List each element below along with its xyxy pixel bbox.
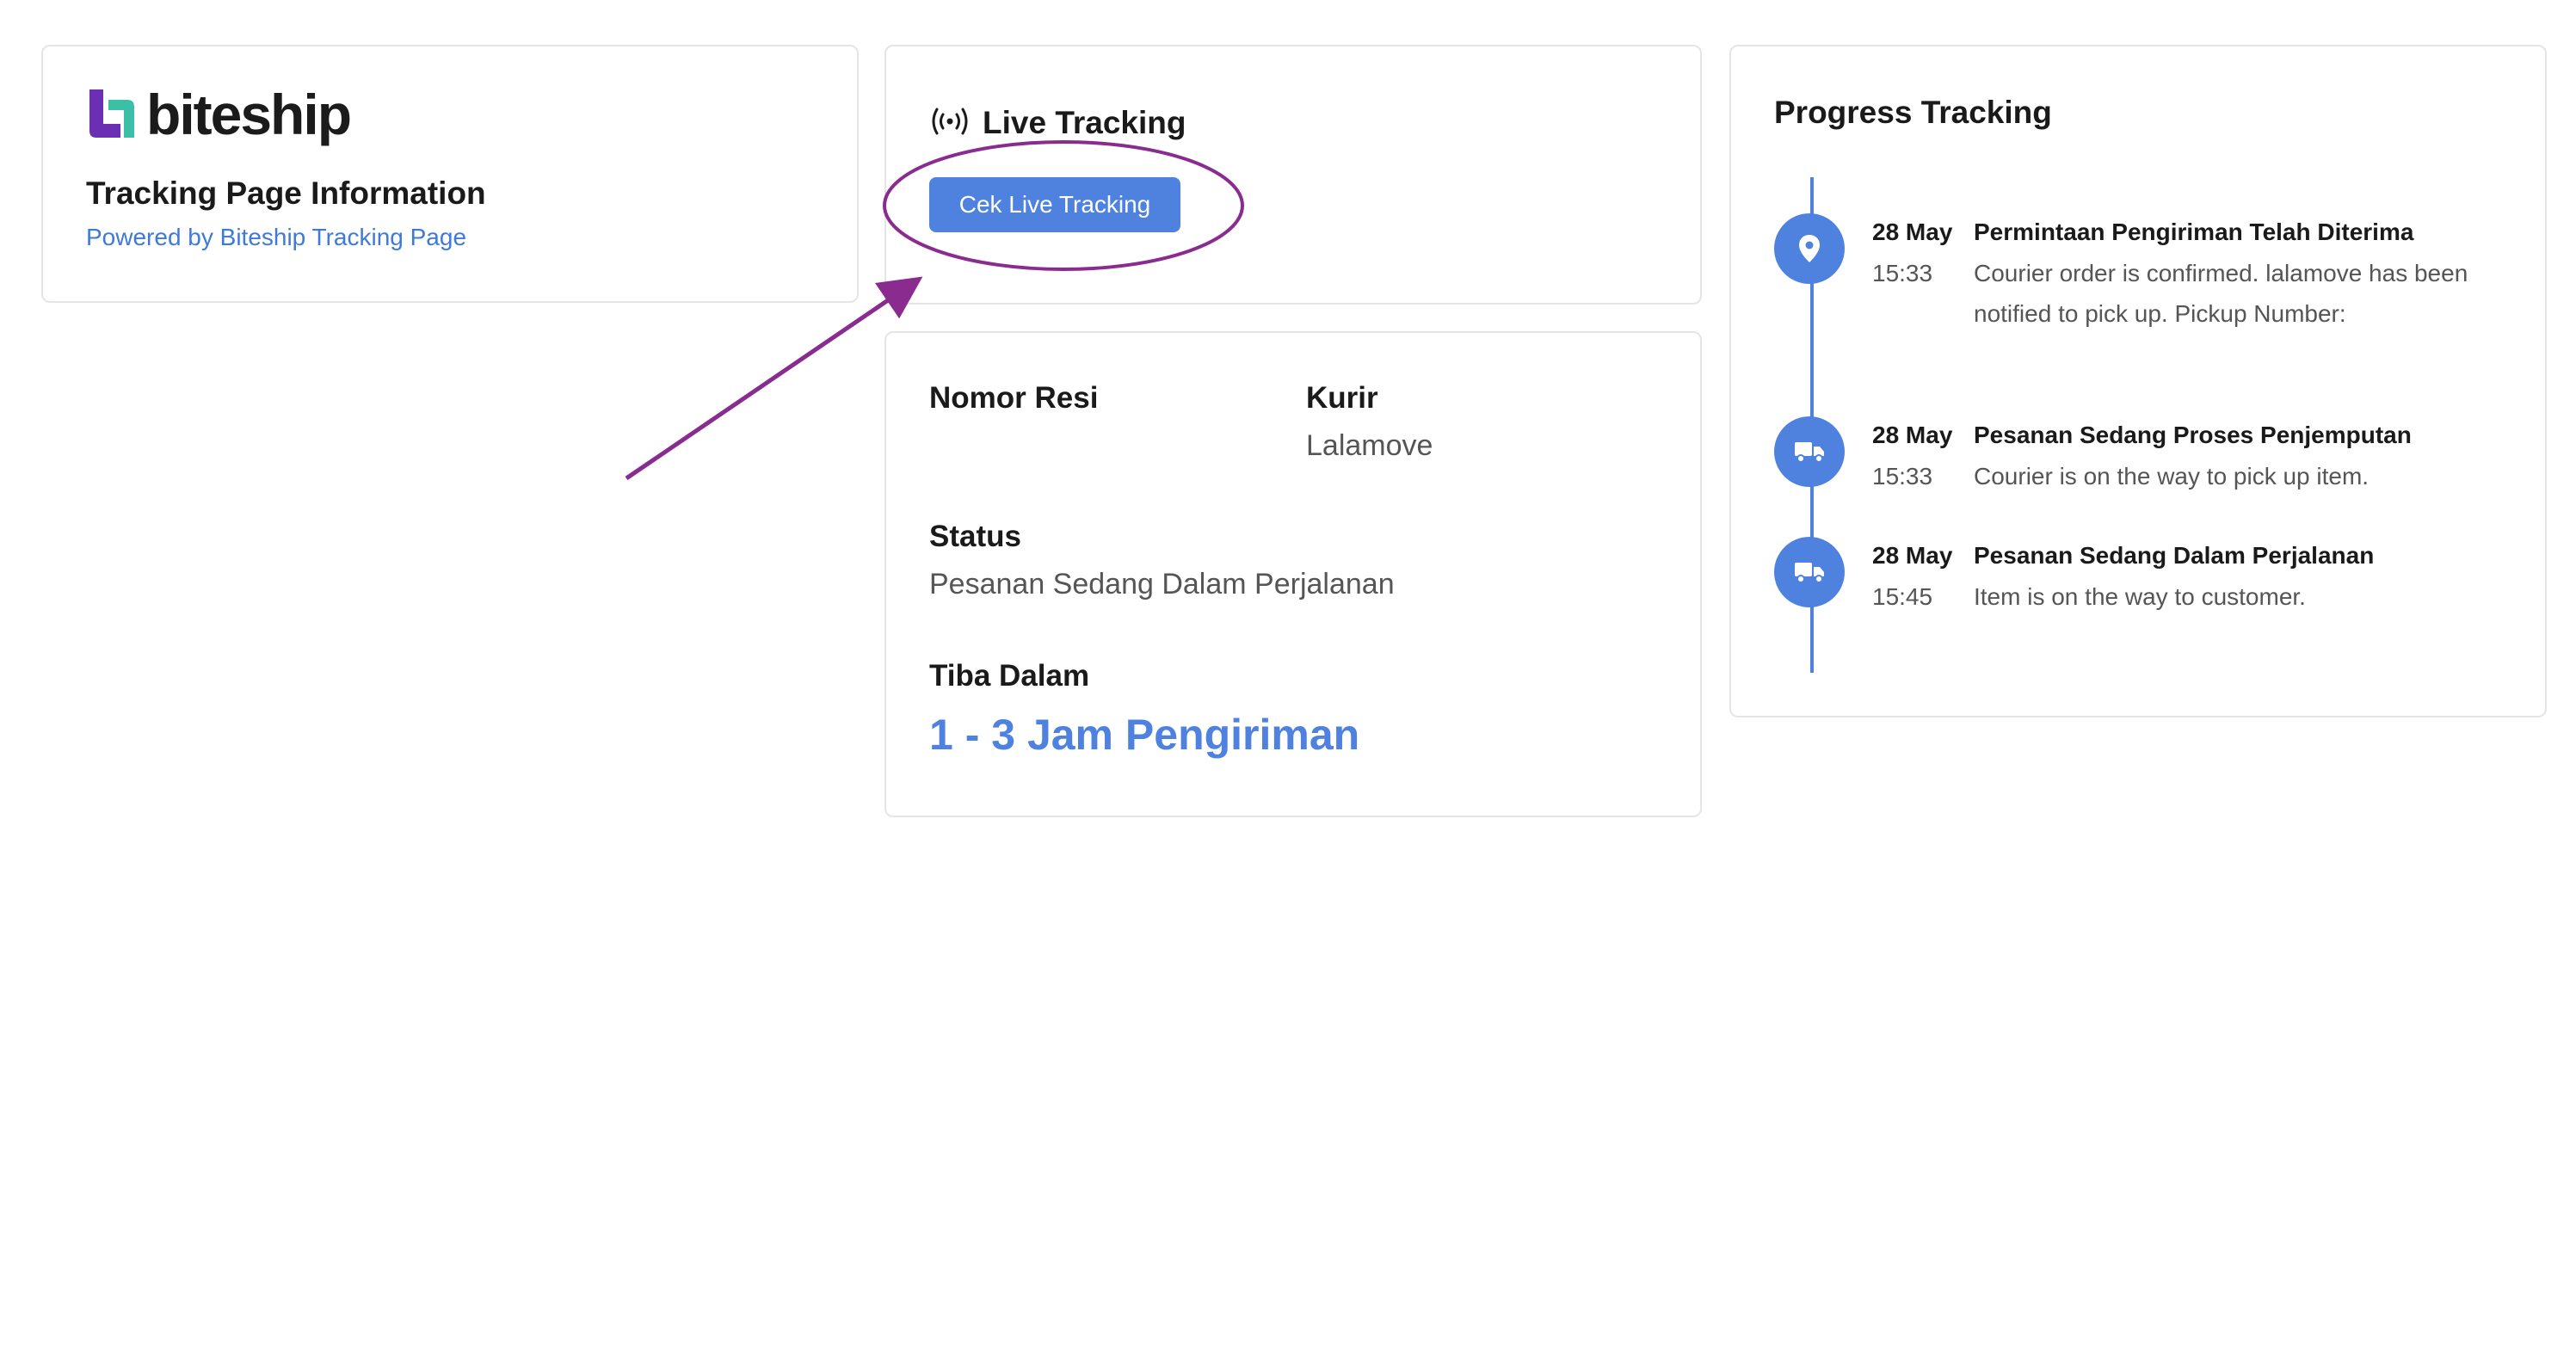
event-description: Item is on the way to customer. (1974, 583, 2306, 610)
event-date: 28 May (1872, 542, 1953, 569)
event-title: Pesanan Sedang Dalam Perjalanan (1974, 542, 2375, 569)
progress-tracking-card: Progress Tracking 28 May 15:33 Permintaa… (1729, 45, 2547, 717)
annotation-arrow (625, 276, 923, 481)
tracking-info-card: biteship Tracking Page Information Power… (41, 45, 859, 303)
event-description: Courier is on the way to pick up item. (1974, 463, 2370, 490)
timeline-event: 28 May 15:33 Pesanan Sedang Proses Penje… (1774, 416, 2514, 502)
page-title: Tracking Page Information (86, 176, 486, 211)
status-label: Status (929, 520, 1021, 553)
tracking-number-label: Nomor Resi (929, 381, 1099, 415)
brand-name: biteship (146, 83, 352, 146)
truck-icon (1774, 416, 1845, 487)
biteship-logo-icon (89, 89, 134, 138)
truck-icon (1774, 537, 1845, 607)
event-date: 28 May (1872, 219, 1953, 245)
timeline-event: 28 May 15:33 Permintaan Pengiriman Telah… (1774, 213, 2514, 351)
event-title: Permintaan Pengiriman Telah Diterima (1974, 219, 2414, 245)
event-time: 15:33 (1872, 463, 1933, 490)
status-value: Pesanan Sedang Dalam Perjalanan (929, 568, 1395, 600)
biteship-logo[interactable]: biteship (86, 83, 352, 146)
event-time: 15:33 (1872, 260, 1933, 286)
location-pin-icon (1774, 213, 1845, 284)
broadcast-icon (929, 107, 971, 140)
live-tracking-card: Live Tracking Cek Live Tracking (884, 45, 1702, 305)
shipment-details-card: Nomor Resi Kurir Lalamove Status Pesanan… (884, 331, 1702, 817)
event-title: Pesanan Sedang Proses Penjemputan (1974, 422, 2412, 448)
powered-by-link[interactable]: Powered by Biteship Tracking Page (86, 224, 466, 251)
courier-value: Lalamove (1306, 429, 1433, 462)
eta-value: 1 - 3 Jam Pengiriman (929, 711, 1360, 759)
event-description: Courier order is confirmed. lalamove has… (1974, 260, 2468, 327)
live-tracking-title: Live Tracking (983, 105, 1186, 140)
timeline-event: 28 May 15:45 Pesanan Sedang Dalam Perjal… (1774, 537, 2514, 623)
event-date: 28 May (1872, 422, 1953, 448)
courier-label: Kurir (1306, 381, 1378, 415)
event-time: 15:45 (1872, 583, 1933, 610)
progress-title: Progress Tracking (1774, 95, 2052, 130)
live-tracking-header: Live Tracking (929, 105, 1186, 141)
cek-live-tracking-button[interactable]: Cek Live Tracking (929, 177, 1180, 232)
eta-label: Tiba Dalam (929, 659, 1090, 693)
